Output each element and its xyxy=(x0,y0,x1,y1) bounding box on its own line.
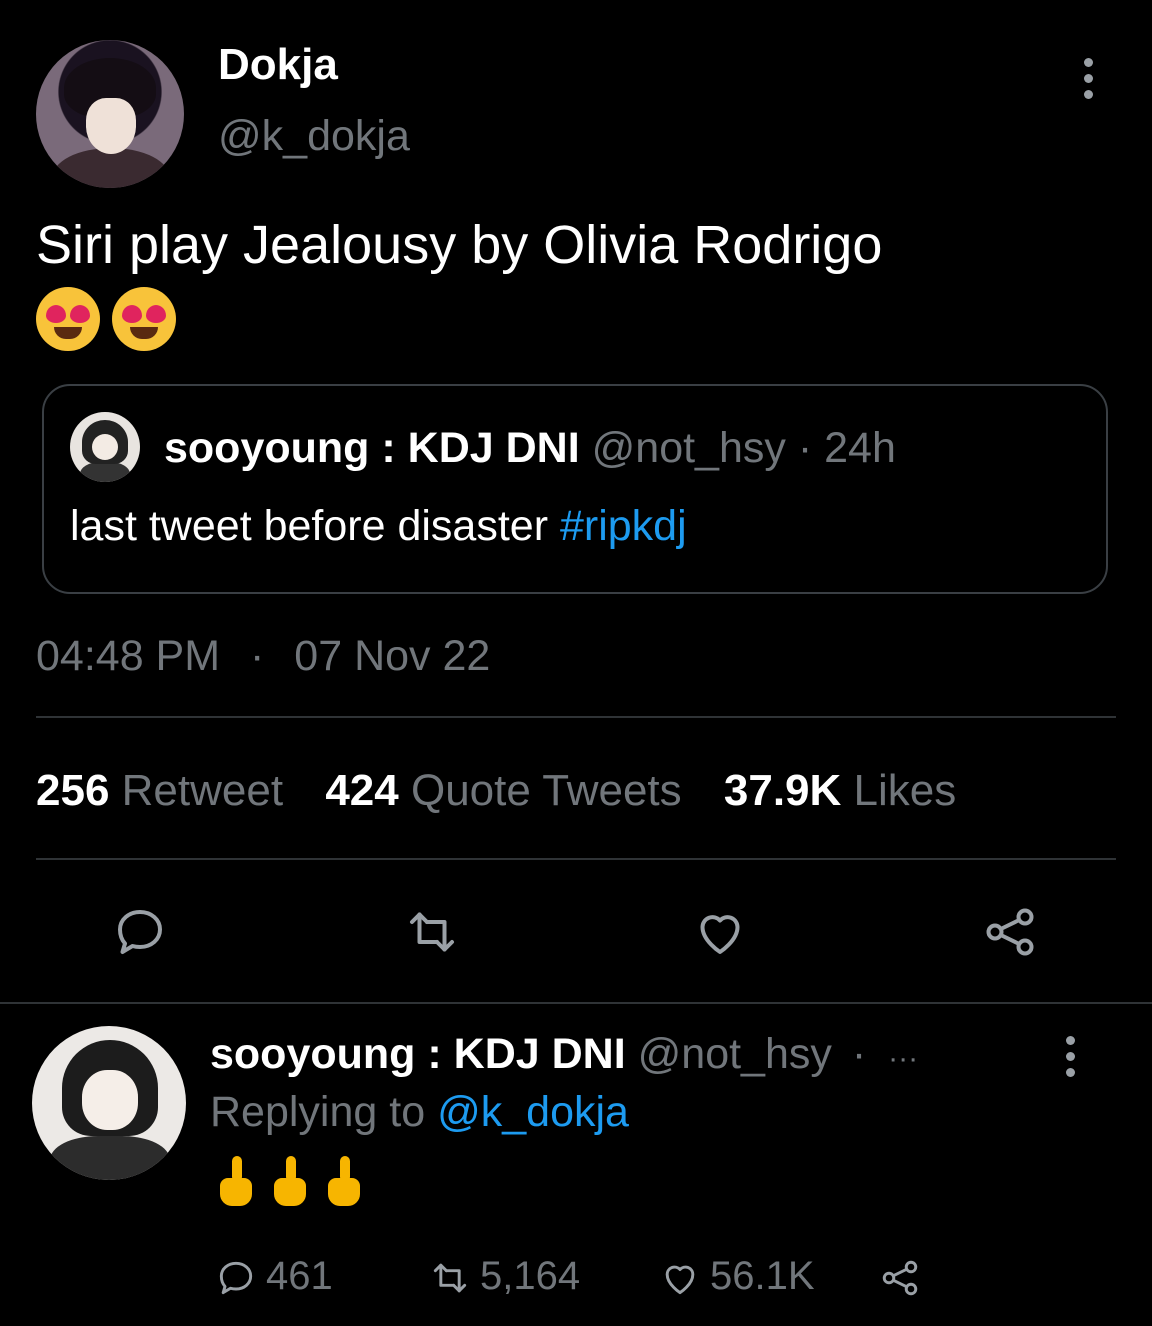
like-icon[interactable] xyxy=(690,902,750,962)
retweets-label: Retweet xyxy=(121,766,284,815)
reply-count: 461 xyxy=(266,1254,333,1298)
reply-action-retweets[interactable]: 5,164 xyxy=(428,1254,580,1300)
quoted-tweet-time: 24h xyxy=(824,424,896,472)
reply-text xyxy=(216,1156,378,1221)
retweet-count: 5,164 xyxy=(480,1254,581,1298)
quoted-author-avatar xyxy=(70,412,140,482)
author-name[interactable]: Dokja xyxy=(218,40,338,90)
quotes-stat[interactable]: 424 Quote Tweets xyxy=(325,766,681,815)
reply-more-options-icon[interactable] xyxy=(1066,1036,1076,1084)
quoted-tweet-text: last tweet before disaster #ripkdj xyxy=(70,502,687,551)
like-icon xyxy=(658,1256,702,1300)
reply-action-share[interactable] xyxy=(878,1254,930,1300)
retweets-stat[interactable]: 256 Retweet xyxy=(36,766,283,815)
likes-count: 37.9K xyxy=(723,766,842,815)
middle-finger-emoji xyxy=(324,1156,364,1208)
reply-header: sooyoung : KDJ DNI @not_hsy · ··· xyxy=(210,1030,918,1079)
heart-eyes-emoji xyxy=(36,286,100,351)
reply-author-handle[interactable]: @not_hsy xyxy=(638,1030,832,1078)
retweet-icon[interactable] xyxy=(402,902,462,962)
heart-eyes-emoji xyxy=(112,286,176,351)
tweet-stats: 256 Retweet 424 Quote Tweets 37.9K Likes xyxy=(36,766,956,816)
reply-action-likes[interactable]: 56.1K xyxy=(658,1254,815,1300)
quoted-tweet-header: sooyoung : KDJ DNI @not_hsy · 24h xyxy=(164,424,896,473)
middle-finger-emoji xyxy=(270,1156,310,1208)
replying-to-handle[interactable]: @k_dokja xyxy=(437,1088,629,1136)
separator-dot: · xyxy=(250,632,265,680)
divider xyxy=(36,716,1116,718)
quoted-author-name: sooyoung : KDJ DNI xyxy=(164,424,580,472)
reply-author-avatar[interactable] xyxy=(32,1026,186,1180)
separator-dot: · xyxy=(851,1030,867,1078)
reply-author-name[interactable]: sooyoung : KDJ DNI xyxy=(210,1030,626,1078)
replying-to-label: Replying to xyxy=(210,1088,426,1136)
likes-stat[interactable]: 37.9K Likes xyxy=(724,766,956,815)
divider xyxy=(36,858,1116,860)
tweet-timestamp[interactable]: 04:48 PM · 07 Nov 22 xyxy=(36,632,490,681)
reply-icon xyxy=(214,1256,258,1300)
quoted-author-handle: @not_hsy xyxy=(591,424,786,472)
timestamp-date: 07 Nov 22 xyxy=(294,632,491,680)
quotes-count: 424 xyxy=(325,766,399,815)
tweet-text: Siri play Jealousy by Olivia Rodrigo xyxy=(36,210,1116,351)
tweet-body: Siri play Jealousy by Olivia Rodrigo xyxy=(36,215,883,275)
retweet-icon xyxy=(428,1256,472,1300)
likes-label: Likes xyxy=(853,766,957,815)
reply-icon[interactable] xyxy=(110,902,170,962)
divider xyxy=(0,1002,1152,1004)
retweets-count: 256 xyxy=(36,766,110,815)
reply-time-ellipsis: ··· xyxy=(888,1042,919,1075)
timestamp-time: 04:48 PM xyxy=(36,632,221,680)
share-icon xyxy=(878,1256,922,1300)
quoted-tweet-body: last tweet before disaster xyxy=(70,502,549,550)
like-count: 56.1K xyxy=(710,1254,815,1298)
author-avatar[interactable] xyxy=(36,40,184,188)
author-handle[interactable]: @k_dokja xyxy=(218,112,410,161)
quoted-tweet[interactable] xyxy=(42,384,1108,594)
hashtag-link[interactable]: #ripkdj xyxy=(560,502,687,550)
share-icon[interactable] xyxy=(980,902,1040,962)
reply-action-replies[interactable]: 461 xyxy=(214,1254,333,1300)
separator-dot: · xyxy=(797,424,813,472)
replying-to: Replying to @k_dokja xyxy=(210,1088,629,1137)
quotes-label: Quote Tweets xyxy=(410,766,682,815)
more-options-icon[interactable] xyxy=(1084,58,1094,106)
middle-finger-emoji xyxy=(216,1156,256,1208)
